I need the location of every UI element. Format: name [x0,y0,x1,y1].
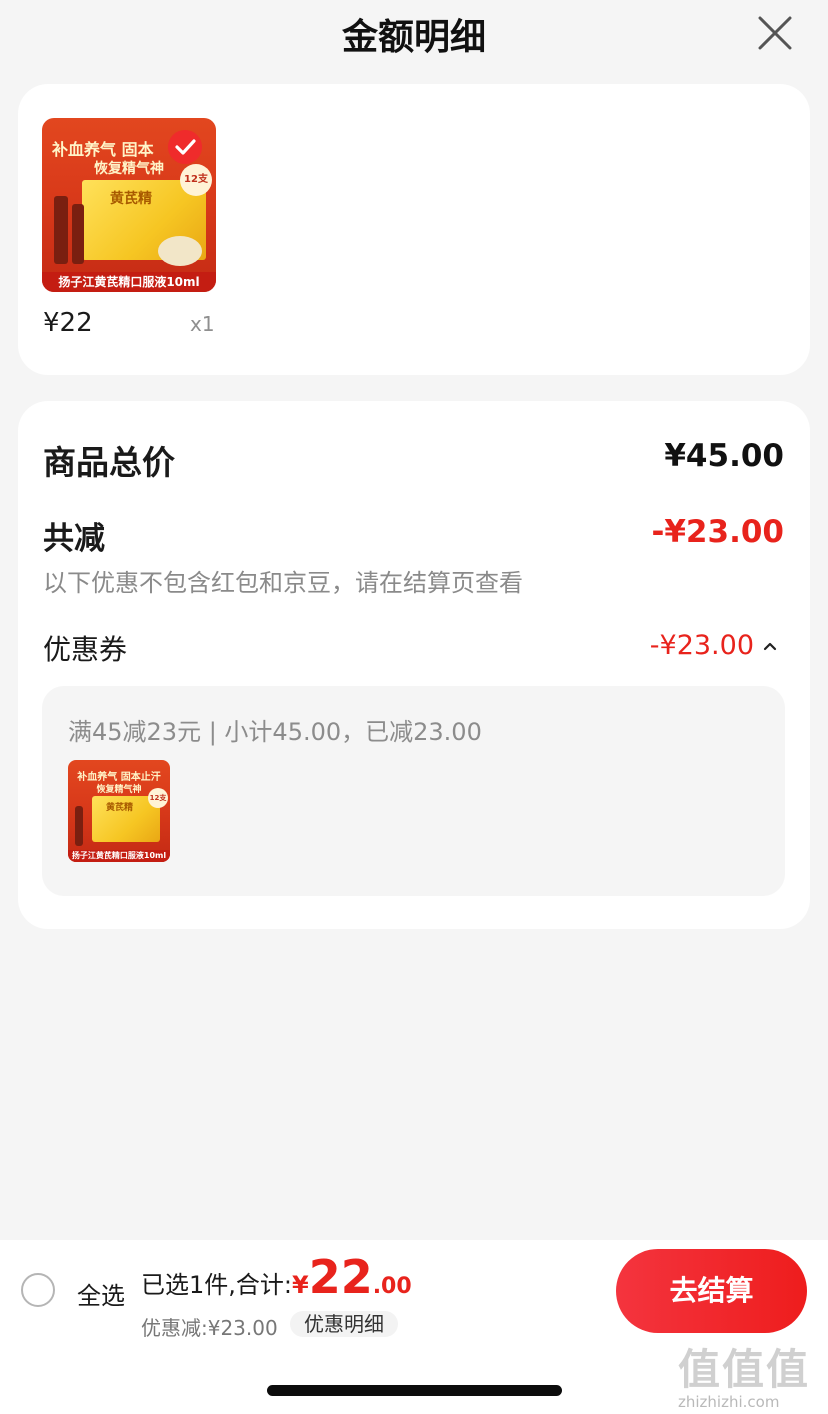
chevron-up-icon [763,642,777,650]
coupon-product-badge: 12支 [148,788,168,808]
product-badge: 12支 [180,164,212,196]
watermark-logo: 值值值 [678,1345,811,1394]
discount-detail-button[interactable]: 优惠明细 [290,1311,398,1337]
product-price: ¥22 [43,308,93,338]
total-label: 商品总价 [43,443,175,482]
close-icon[interactable] [756,14,794,52]
product-bottle [72,204,84,264]
coupon-toggle[interactable]: -¥23.00 [650,630,778,661]
coupon-box-label: 黄芪精 [106,803,134,813]
reduce-note: 以下优惠不包含红包和京豆，请在结算页查看 [43,569,523,597]
watermark: 值值值 zhizhizhi.com [678,1336,823,1411]
coupon-product-image[interactable]: 补血养气 固本止汗 恢复精气神 黄芪精 12支 扬子江黄芪精口服液10ml [68,760,170,862]
product-qty: x1 [190,312,215,336]
coupon-product-band: 扬子江黄芪精口服液10ml [68,850,170,862]
select-all-radio[interactable] [21,1273,55,1307]
coupon-image-headline: 补血养气 固本止汗 [77,772,161,783]
coupon-product-bottle [75,806,83,846]
check-icon [168,130,202,164]
select-all-label[interactable]: 全选 [77,1276,125,1311]
coupon-value: -¥23.00 [649,630,754,661]
product-bottle [54,196,68,264]
coupon-label: 优惠券 [43,633,128,666]
total-summary: 已选1件,合计:¥22.00 [141,1250,412,1304]
total-amount-int: 22 [308,1250,373,1304]
home-indicator[interactable] [267,1385,562,1396]
coupon-detail: 满45减23元 | 小计45.00，已减23.00 [68,718,482,746]
selected-count-text: 已选1件,合计: [141,1271,292,1299]
checkout-button[interactable]: 去结算 [616,1249,807,1333]
reduce-label: 共减 [43,521,105,557]
discount-text: 优惠减:¥23.00 [141,1316,278,1340]
total-currency: ¥ [291,1271,309,1299]
total-value: ¥45.00 [664,438,784,474]
product-band: 扬子江黄芪精口服液10ml [42,272,216,292]
reduce-value: -¥23.00 [651,514,785,550]
product-box-label: 黄芪精 [110,191,152,207]
header: 金额明细 [0,0,828,66]
total-amount-dec: .00 [372,1274,412,1299]
page-title: 金额明细 [341,17,486,58]
product-slices [158,236,202,266]
